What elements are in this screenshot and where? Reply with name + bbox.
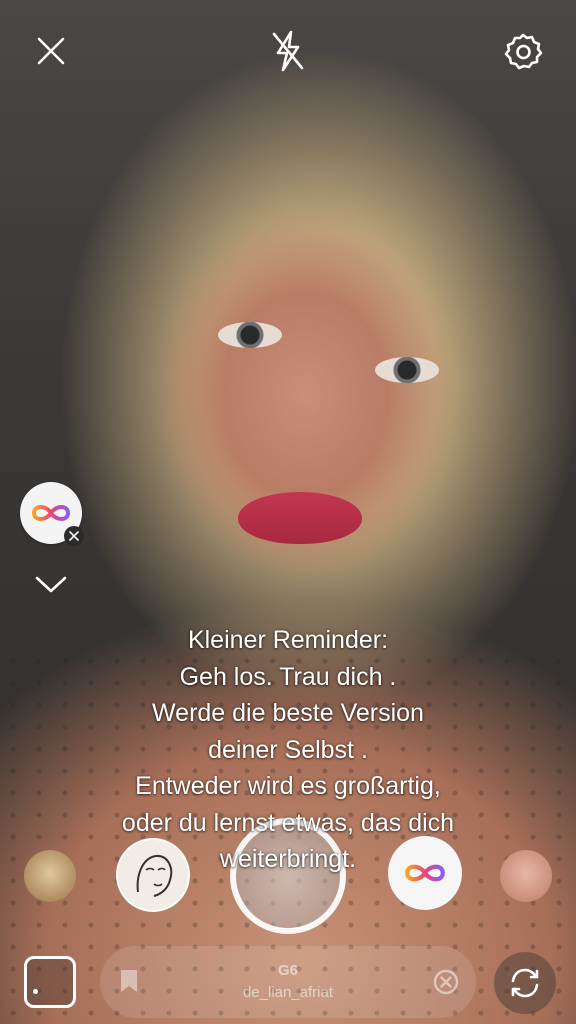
close-circle-icon[interactable] <box>432 968 460 996</box>
face-right-eye <box>375 357 439 383</box>
caption-line: weiterbringt. <box>219 845 357 873</box>
caption-line: Kleiner Reminder: <box>187 626 389 654</box>
effect-name: G6 <box>277 962 298 979</box>
flip-camera-icon <box>511 968 539 998</box>
remove-effect-button[interactable] <box>64 526 84 546</box>
effect-creator: de_lian_afriat <box>242 984 334 1001</box>
flash-toggle-button[interactable] <box>265 28 311 74</box>
caption-line: oder du lernst etwas, das dich <box>121 808 455 837</box>
face-left-eye <box>218 322 282 348</box>
settings-button[interactable] <box>500 28 546 74</box>
close-icon <box>69 531 79 541</box>
infinity-loop-icon <box>31 505 71 521</box>
flash-off-icon <box>272 30 304 72</box>
video-caption: Kleiner Reminder: Geh los. Trau dich . W… <box>40 622 536 878</box>
face-lips <box>238 492 362 544</box>
flip-camera-button[interactable] <box>494 952 556 1014</box>
close-button[interactable] <box>28 28 74 74</box>
caption-line: Entweder wird es großartig, <box>135 772 441 800</box>
chevron-down-icon[interactable] <box>34 572 68 596</box>
effect-info-pill[interactable] <box>100 946 476 1018</box>
caption-line: deiner Selbst . <box>208 735 368 764</box>
close-icon <box>37 37 65 65</box>
settings-gear-icon <box>504 33 543 70</box>
caption-line: Werde die beste Version <box>152 699 424 727</box>
caption-line: Geh los. Trau dich . <box>179 662 397 691</box>
